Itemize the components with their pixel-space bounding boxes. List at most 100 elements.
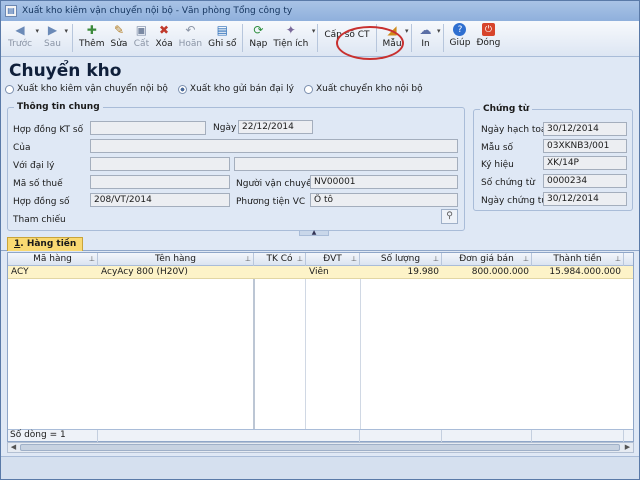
col-header-item-code[interactable]: Mã hàng ⊥ — [8, 253, 98, 266]
col-header-unit[interactable]: ĐVT ⊥ — [306, 253, 360, 266]
grid-footer: Số dòng = 1 — [8, 429, 633, 442]
column-divider — [305, 279, 306, 429]
tab-goods-money[interactable]: 1. Hàng tiền — [7, 237, 84, 251]
add-button[interactable]: ✚ Thêm — [76, 21, 108, 55]
load-button[interactable]: ⟳ Nạp — [246, 21, 270, 55]
radio-stock-transfer[interactable]: Xuất chuyển kho nội bộ — [303, 84, 423, 94]
power-icon: ⏻ — [481, 23, 495, 36]
template-button[interactable]: ◢ Mẫu ▾ — [380, 21, 409, 55]
post-button[interactable]: ▤ Ghi sổ — [205, 21, 239, 55]
reference-label: Tham chiếu — [13, 215, 66, 225]
floppy-disk-icon: ▣ — [135, 23, 148, 37]
radio-circle-selected — [177, 84, 187, 94]
help-icon: ? — [453, 23, 467, 36]
dropdown-arrow-icon: ▾ — [64, 27, 68, 35]
pin-icon: ⊥ — [432, 255, 439, 263]
app-icon: ▤ — [5, 5, 17, 17]
help-button[interactable]: ? Giúp — [447, 21, 474, 55]
of-field[interactable] — [90, 139, 458, 153]
cell-unit[interactable]: Viên — [306, 266, 360, 279]
voucher-number-field[interactable]: 0000234 — [543, 174, 627, 188]
page-title: Chuyển kho — [9, 61, 122, 81]
delete-button[interactable]: ✖ Xóa — [152, 21, 175, 55]
chevron-up-icon: ▲ — [311, 229, 317, 236]
radio-circle — [5, 84, 14, 94]
next-button[interactable]: ▶ Sau ▾ — [41, 21, 68, 55]
footer-cell — [360, 430, 442, 442]
pin-icon: ⊥ — [88, 255, 95, 263]
symbol-label: Ký hiệu — [481, 160, 514, 170]
toolbar-separator — [410, 24, 412, 52]
cell-credit-account[interactable] — [254, 266, 306, 279]
symbol-field[interactable]: XK/14P — [543, 156, 627, 170]
row-count: Số dòng = 1 — [8, 430, 98, 442]
column-divider — [253, 279, 255, 429]
col-header-credit-account[interactable]: TK Có ⊥ — [254, 253, 306, 266]
carrier-field[interactable]: NV00001 — [310, 175, 458, 189]
horizontal-scrollbar[interactable]: ◀ ▶ — [7, 442, 634, 453]
close-button[interactable]: ⏻ Đóng — [473, 21, 503, 55]
dropdown-arrow-icon: ▾ — [35, 27, 40, 35]
edit-button[interactable]: ✎ Sửa — [108, 21, 131, 55]
title-bar: ▤ Xuất kho kiêm vận chuyển nội bộ - Văn … — [1, 1, 639, 21]
carrier-label: Người vận chuyển — [236, 179, 318, 189]
of-label: Của — [13, 143, 31, 153]
cell-unit-price[interactable]: 800.000.000 — [442, 266, 532, 279]
account-date-field[interactable]: 30/12/2014 — [543, 122, 627, 136]
scroll-left-icon[interactable]: ◀ — [8, 443, 19, 452]
agent-label: Với đại lý — [13, 161, 55, 171]
radio-agent-consignment[interactable]: Xuất kho gửi bán đại lý — [177, 84, 294, 94]
footer-cell — [442, 430, 532, 442]
cell-quantity[interactable]: 19.980 — [360, 266, 442, 279]
reference-search-button[interactable]: ⚲ — [441, 209, 458, 224]
dropdown-arrow-icon: ▾ — [405, 27, 409, 35]
cell-item-name[interactable]: AcyAcy 800 (H20V) — [98, 266, 254, 279]
contract-field[interactable] — [90, 121, 206, 135]
assign-number-button[interactable]: Cấp số CT — [321, 21, 372, 55]
col-header-item-name[interactable]: Tên hàng ⊥ — [98, 253, 254, 266]
dropdown-arrow-icon: ▾ — [437, 27, 441, 35]
toolbar-separator — [242, 24, 244, 52]
footer-cell — [98, 430, 360, 442]
scroll-thumb[interactable] — [20, 444, 620, 451]
vehicle-label: Phương tiện VC — [236, 197, 306, 207]
ledger-icon: ▤ — [216, 23, 228, 37]
contract-number-field[interactable]: 208/VT/2014 — [90, 193, 230, 207]
undo-button[interactable]: ↶ Hoãn — [176, 21, 206, 55]
print-button[interactable]: ☁ In ▾ — [415, 21, 441, 55]
refresh-icon: ⟳ — [253, 23, 264, 37]
radio-internal-transfer[interactable]: Xuất kho kiêm vận chuyển nội bộ — [5, 84, 168, 94]
agent-code-field[interactable] — [90, 157, 230, 171]
window-title: Xuất kho kiêm vận chuyển nội bộ - Văn ph… — [22, 6, 293, 16]
save-button[interactable]: ▣ Cất — [130, 21, 152, 55]
tax-code-field[interactable] — [90, 175, 230, 189]
detail-tabs: 1. Hàng tiền — [1, 236, 639, 251]
vehicle-field[interactable]: Ô tô — [310, 193, 458, 207]
voucher-date-field[interactable]: 30/12/2014 — [543, 192, 627, 206]
utility-button[interactable]: ✦ Tiện ích ▾ — [270, 21, 315, 55]
col-header-quantity[interactable]: Số lượng ⊥ — [360, 253, 442, 266]
general-info-title: Thông tin chung — [14, 102, 103, 112]
table-row[interactable]: ACY AcyAcy 800 (H20V) Viên 19.980 800.00… — [8, 266, 633, 279]
col-header-unit-price[interactable]: Đơn giá bán ⊥ — [442, 253, 532, 266]
toolbar-separator — [71, 24, 73, 52]
printer-icon: ☁ — [419, 23, 432, 37]
toolbar: ◀ Trước ▾ ▶ Sau ▾ ✚ Thêm ✎ Sửa ▣ Cất ✖ X… — [1, 21, 639, 57]
scroll-right-icon[interactable]: ▶ — [622, 443, 633, 452]
delete-icon: ✖ — [159, 23, 170, 37]
pin-icon: ⊥ — [296, 255, 303, 263]
voucher-number-label: Số chứng từ — [481, 178, 535, 188]
voucher-title: Chứng từ — [480, 104, 533, 114]
cell-item-code[interactable]: ACY — [8, 266, 98, 279]
voucher-type-options: Xuất kho kiêm vận chuyển nội bộ Xuất kho… — [5, 84, 423, 94]
form-number-field[interactable]: 03XKNB3/001 — [543, 139, 627, 153]
tax-code-label: Mã số thuế — [13, 179, 63, 189]
cell-amount[interactable]: 15.984.000.000 — [532, 266, 624, 279]
voucher-date-label: Ngày chứng từ — [481, 196, 548, 206]
date-field[interactable]: 22/12/2014 — [238, 120, 313, 134]
prev-button[interactable]: ◀ Trước ▾ — [5, 21, 39, 55]
col-header-amount[interactable]: Thành tiền ⊥ — [532, 253, 624, 266]
toolbar-separator — [317, 24, 319, 52]
agent-name-field[interactable] — [234, 157, 458, 171]
radio-circle — [303, 84, 313, 94]
